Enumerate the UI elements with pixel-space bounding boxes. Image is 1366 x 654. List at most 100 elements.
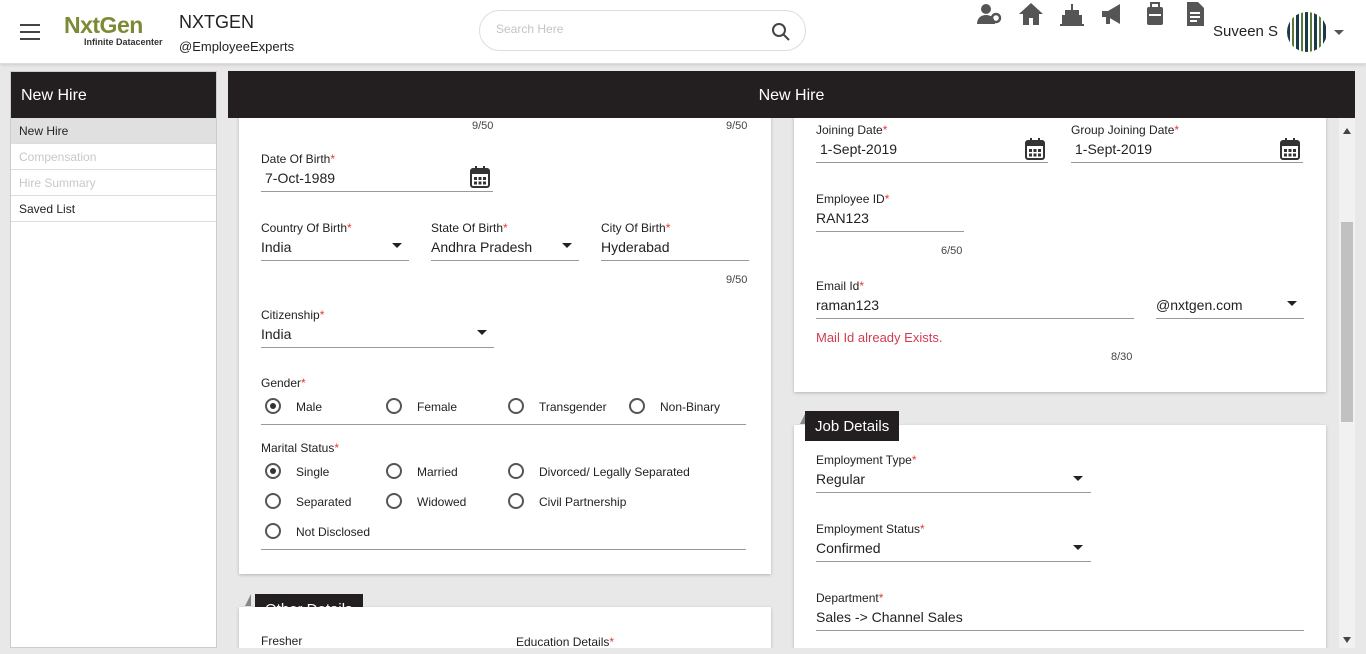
user-name[interactable]: Suveen S bbox=[1213, 23, 1278, 40]
marital-not-disclosed-radio[interactable] bbox=[265, 523, 281, 539]
calendar-icon[interactable] bbox=[470, 166, 490, 188]
country-select[interactable]: India bbox=[261, 239, 291, 255]
marital-single-radio[interactable] bbox=[265, 463, 281, 479]
employment-card: Joining Date* 1-Sept-2019 Group Joining … bbox=[794, 118, 1326, 392]
sidebar-item-compensation[interactable]: Compensation bbox=[11, 144, 216, 170]
marital-option-label: Single bbox=[296, 465, 330, 479]
email-input[interactable]: raman123 bbox=[816, 297, 879, 313]
search-input[interactable] bbox=[496, 22, 756, 36]
joining-date-field[interactable]: 1-Sept-2019 bbox=[820, 141, 897, 157]
sidebar: New Hire New Hire Compensation Hire Summ… bbox=[10, 71, 217, 648]
education-label: Education Details* bbox=[516, 635, 615, 648]
gender-male-radio[interactable] bbox=[265, 398, 281, 414]
gender-transgender-radio[interactable] bbox=[508, 398, 524, 414]
city-label: City Of Birth* bbox=[601, 221, 671, 235]
scroll-thumb[interactable] bbox=[1341, 222, 1353, 422]
state-label: State Of Birth* bbox=[431, 221, 508, 235]
top-bar: NxtGen Infinite Datacenter NXTGEN @Emplo… bbox=[0, 0, 1366, 64]
scrollbar[interactable] bbox=[1339, 118, 1355, 648]
gender-non-binary-radio[interactable] bbox=[629, 398, 645, 414]
calendar-icon[interactable] bbox=[1280, 138, 1300, 160]
marital-option-label: Separated bbox=[296, 495, 352, 509]
sidebar-item-hire-summary[interactable]: Hire Summary bbox=[11, 170, 216, 196]
group-joining-date-field[interactable]: 1-Sept-2019 bbox=[1075, 141, 1152, 157]
sidebar-title: New Hire bbox=[11, 72, 216, 118]
marital-underline bbox=[261, 549, 746, 550]
section-corner bbox=[245, 594, 251, 606]
company-name: NXTGEN bbox=[179, 12, 255, 32]
email-label: Email Id* bbox=[816, 279, 865, 293]
email-domain-underline bbox=[1156, 318, 1304, 319]
employee-id-input[interactable]: RAN123 bbox=[816, 210, 869, 226]
sidebar-item-saved-list[interactable]: Saved List bbox=[11, 196, 216, 222]
logo-tagline: Infinite Datacenter bbox=[84, 37, 163, 47]
job-details-header: Job Details bbox=[805, 411, 900, 441]
employment-status-underline bbox=[816, 561, 1091, 562]
email-counter: 8/30 bbox=[1111, 351, 1133, 363]
sidebar-item-new-hire[interactable]: New Hire bbox=[11, 118, 216, 144]
fresher-label: Fresher bbox=[261, 634, 303, 648]
employment-type-label: Employment Type* bbox=[816, 453, 917, 467]
search-box bbox=[479, 10, 806, 51]
employment-status-label: Employment Status* bbox=[816, 522, 925, 536]
dob-underline bbox=[261, 191, 493, 192]
gender-underline bbox=[261, 424, 746, 425]
search-icon[interactable] bbox=[771, 22, 791, 42]
dob-label: Date Of Birth* bbox=[261, 152, 336, 166]
gender-option-label: Female bbox=[417, 400, 458, 414]
chevron-down-icon[interactable] bbox=[1073, 545, 1083, 550]
scroll-down-icon[interactable] bbox=[1343, 637, 1351, 643]
chevron-down-icon[interactable] bbox=[477, 330, 487, 335]
employment-type-underline bbox=[816, 492, 1091, 493]
employee-id-counter: 6/50 bbox=[941, 245, 963, 257]
marital-divorced-radio[interactable] bbox=[508, 463, 524, 479]
chevron-down-icon[interactable] bbox=[1334, 30, 1344, 35]
citizenship-select[interactable]: India bbox=[261, 326, 291, 342]
state-underline bbox=[431, 260, 579, 261]
marital-married-radio[interactable] bbox=[386, 463, 402, 479]
scroll-up-icon[interactable] bbox=[1343, 128, 1351, 134]
joining-date-underline bbox=[816, 162, 1048, 163]
avatar[interactable] bbox=[1287, 12, 1327, 52]
dob-field[interactable]: 7-Oct-1989 bbox=[265, 170, 335, 186]
gender-option-label: Transgender bbox=[539, 400, 607, 414]
menu-icon[interactable] bbox=[20, 24, 40, 40]
counter-first-name: 9/50 bbox=[472, 120, 494, 132]
email-domain-select[interactable]: @nxtgen.com bbox=[1156, 297, 1243, 313]
gender-female-radio[interactable] bbox=[386, 398, 402, 414]
chevron-down-icon[interactable] bbox=[1287, 301, 1297, 306]
company-logo[interactable]: NxtGen Infinite Datacenter bbox=[64, 13, 174, 47]
company-handle: @EmployeeExperts bbox=[179, 39, 295, 54]
people-settings-icon[interactable] bbox=[975, 0, 1003, 28]
marital-separated-radio[interactable] bbox=[265, 493, 281, 509]
other-details-card: Fresher Education Details* bbox=[239, 607, 771, 648]
calendar-icon[interactable] bbox=[1025, 138, 1045, 160]
joining-date-label: Joining Date* bbox=[816, 123, 888, 137]
document-icon[interactable] bbox=[1181, 0, 1209, 28]
suitcase-icon[interactable] bbox=[1141, 0, 1169, 28]
marital-widowed-radio[interactable] bbox=[386, 493, 402, 509]
chevron-down-icon[interactable] bbox=[1073, 476, 1083, 481]
chevron-down-icon[interactable] bbox=[562, 243, 572, 248]
chevron-down-icon[interactable] bbox=[392, 243, 402, 248]
home-icon[interactable] bbox=[1017, 0, 1045, 28]
marital-civil-partnership-radio[interactable] bbox=[508, 493, 524, 509]
email-error-message: Mail Id already Exists. bbox=[816, 330, 943, 345]
birthday-cake-icon[interactable] bbox=[1058, 0, 1086, 28]
marital-option-label: Not Disclosed bbox=[296, 525, 371, 539]
employee-id-underline bbox=[816, 231, 964, 232]
marital-option-label: Civil Partnership bbox=[539, 495, 627, 509]
country-underline bbox=[261, 260, 409, 261]
citizenship-underline bbox=[261, 347, 494, 348]
city-underline bbox=[601, 260, 749, 261]
counter-last-name: 9/50 bbox=[726, 120, 748, 132]
gender-label: Gender* bbox=[261, 376, 306, 390]
country-label: Country Of Birth* bbox=[261, 221, 352, 235]
city-input[interactable]: Hyderabad bbox=[601, 239, 670, 255]
megaphone-icon[interactable] bbox=[1099, 0, 1127, 28]
state-select[interactable]: Andhra Pradesh bbox=[431, 239, 532, 255]
employment-type-select[interactable]: Regular bbox=[816, 471, 865, 487]
employment-status-select[interactable]: Confirmed bbox=[816, 540, 881, 556]
gender-option-label: Male bbox=[296, 400, 323, 414]
department-field[interactable]: Sales -> Channel Sales bbox=[816, 609, 963, 625]
